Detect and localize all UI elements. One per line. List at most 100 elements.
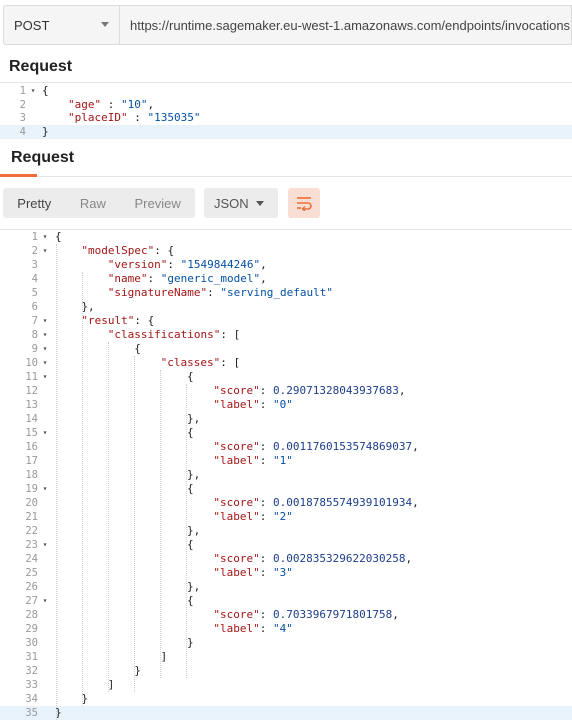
json-separator: :: [259, 510, 273, 523]
fold-toggle-icon[interactable]: ▾: [40, 328, 50, 342]
tab-pretty[interactable]: Pretty: [3, 188, 66, 218]
json-bracket: [: [233, 356, 241, 369]
code-text: "signatureName": "serving_default": [108, 286, 333, 300]
method-label: POST: [14, 17, 50, 33]
code-text: "result": {: [81, 314, 154, 328]
active-tab-underline: [0, 174, 37, 177]
fold-toggle-icon[interactable]: ▾: [28, 84, 38, 98]
code-text: },: [81, 300, 94, 314]
json-separator: :: [167, 258, 181, 271]
code-line: 20 "score": 0.0018785574939101934,: [0, 496, 572, 510]
json-separator: :: [259, 566, 273, 579]
code-line: 16 "score": 0.0011760153574869037,: [0, 440, 572, 454]
code-text: "age" : "10",: [68, 98, 154, 112]
json-key: "version": [107, 258, 168, 271]
code-text: "score": 0.002835329622030258,: [213, 552, 412, 566]
code-text: "modelSpec": {: [81, 244, 174, 258]
fold-toggle-icon[interactable]: ▾: [40, 594, 50, 608]
code-line: 22},: [0, 524, 572, 538]
tab-raw[interactable]: Raw: [66, 188, 121, 218]
line-number: 31: [25, 651, 38, 663]
method-select[interactable]: POST: [3, 5, 120, 45]
code-line: 30}: [0, 636, 572, 650]
line-number: 19: [25, 483, 38, 495]
fold-toggle-icon[interactable]: ▾: [40, 482, 50, 496]
json-string-value: "4": [273, 622, 293, 635]
line-number: 4: [31, 273, 38, 285]
json-key: "classes": [160, 356, 221, 369]
code-text: "label": "1": [213, 454, 292, 468]
code-text: "name": "generic_model",: [108, 272, 267, 286]
code-line: 23 ▾ {: [0, 538, 572, 552]
json-separator: :: [207, 286, 221, 299]
line-number: 15: [25, 427, 38, 439]
json-punct: ,: [147, 97, 155, 111]
code-text: {: [134, 342, 141, 356]
code-line: 25 "label": "3": [0, 566, 572, 580]
code-text: {: [187, 538, 194, 552]
fold-toggle-icon[interactable]: ▾: [40, 230, 50, 244]
wrap-lines-button[interactable]: [288, 188, 320, 218]
line-number: 17: [25, 455, 38, 467]
line-number: 27: [25, 595, 38, 607]
url-input[interactable]: https://runtime.sagemaker.eu-west-1.amaz…: [120, 5, 572, 45]
code-text: {: [55, 230, 62, 244]
code-line: 2 "age" : "10",: [0, 98, 572, 112]
line-number: 13: [25, 399, 38, 411]
fold-toggle-icon[interactable]: ▾: [40, 426, 50, 440]
code-text: "version": "1549844246",: [108, 258, 267, 272]
json-string-value: "1": [273, 454, 293, 467]
json-number-value: 0.0018785574939101934: [273, 496, 413, 509]
json-string-value: "3": [273, 566, 293, 579]
fold-toggle-icon[interactable]: ▾: [40, 370, 50, 384]
response-body-editor[interactable]: 1 ▾{2 ▾ "modelSpec": {3 "version": "15498442…: [0, 229, 572, 720]
line-number: 33: [25, 679, 38, 691]
code-line: 26},: [0, 580, 572, 594]
json-bracket: {: [55, 230, 62, 243]
json-separator: :: [259, 552, 273, 565]
line-number: 6: [31, 301, 38, 313]
format-select[interactable]: JSON: [204, 188, 278, 218]
line-number: 4: [19, 125, 26, 138]
json-separator: :: [127, 111, 148, 125]
json-key: "label": [213, 510, 260, 523]
code-text: }: [187, 636, 194, 650]
code-line: 18},: [0, 468, 572, 482]
json-string-value: "serving_default": [220, 286, 333, 299]
response-heading: Request: [11, 149, 75, 166]
code-line: 2 ▾ "modelSpec": {: [0, 244, 572, 258]
tab-preview[interactable]: Preview: [120, 188, 195, 218]
code-line: 7 ▾ "result": {: [0, 314, 572, 328]
json-separator: :: [259, 496, 273, 509]
fold-toggle-icon[interactable]: ▾: [40, 244, 50, 258]
chevron-down-icon: [256, 201, 264, 206]
fold-toggle-icon[interactable]: ▾: [40, 356, 50, 370]
json-punct: ,: [412, 440, 419, 453]
fold-toggle-icon[interactable]: ▾: [40, 538, 50, 552]
code-line: 3 "placeID" : "135035": [0, 111, 572, 125]
line-number: 2: [31, 245, 38, 257]
code-line: 1 ▾ {: [0, 84, 572, 98]
code-line: 32}: [0, 664, 572, 678]
indent-guide: [108, 342, 109, 692]
fold-toggle-icon[interactable]: ▾: [40, 342, 50, 356]
code-line: 6},: [0, 300, 572, 314]
json-key: "placeID": [68, 111, 128, 125]
code-line: 19 ▾ {: [0, 482, 572, 496]
line-number: 10: [25, 357, 38, 369]
json-string-value: "135035": [147, 111, 201, 125]
fold-toggle-icon[interactable]: ▾: [40, 314, 50, 328]
line-number: 11: [25, 371, 38, 383]
json-bracket: }: [187, 636, 194, 649]
json-string-value: "0": [273, 398, 293, 411]
json-key: "label": [213, 566, 260, 579]
line-number: 23: [25, 539, 38, 551]
line-number: 1: [19, 85, 26, 97]
code-line: 24 "score": 0.002835329622030258,: [0, 552, 572, 566]
json-key: "score": [213, 608, 260, 621]
code-line: 28 "score": 0.7033967971801758,: [0, 608, 572, 622]
line-number: 34: [25, 693, 38, 705]
request-body-editor[interactable]: 1 ▾{2 "age" : "10", 3 "placeID" : "135035" 4}: [0, 83, 572, 139]
code-text: "score": 0.7033967971801758,: [213, 608, 398, 622]
line-number: 22: [25, 525, 38, 537]
